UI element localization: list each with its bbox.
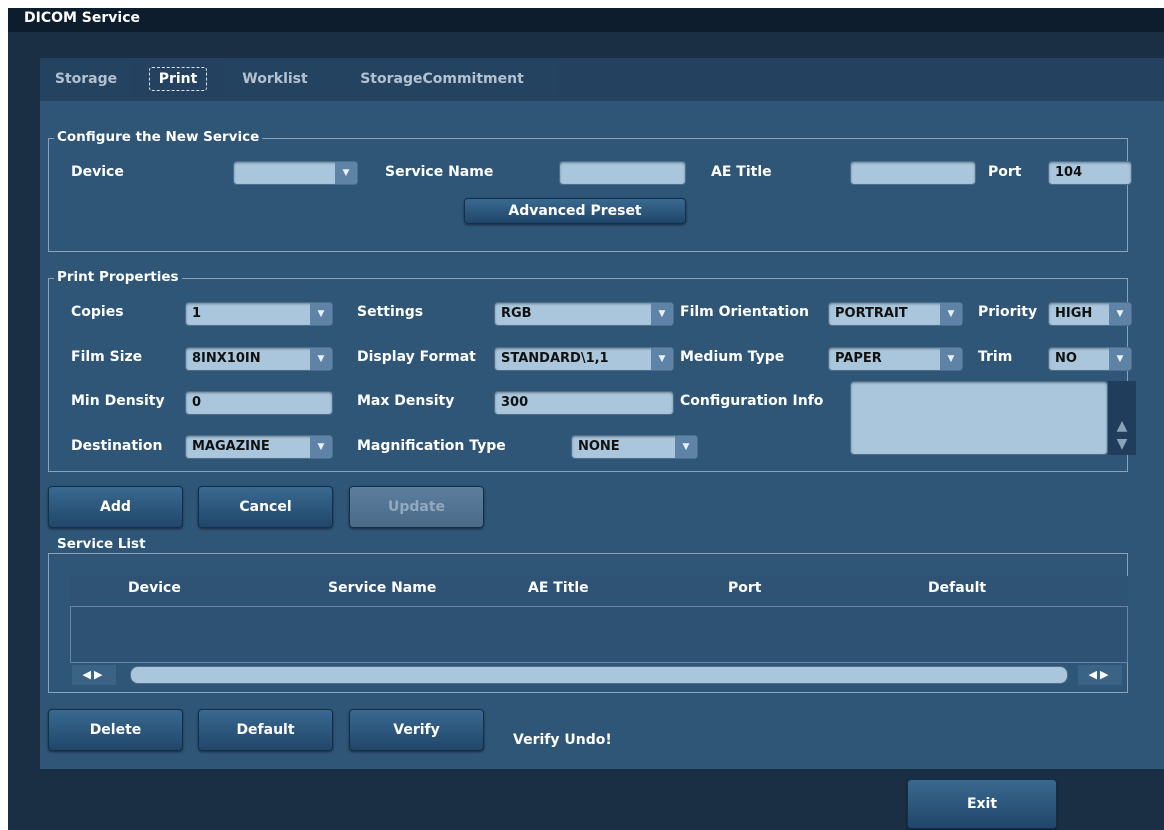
arrow-left-right-icon[interactable]: ◀▶ (1078, 665, 1122, 685)
display-format-select[interactable]: STANDARD\1,1 ▼ (494, 347, 674, 371)
port-label: Port (988, 164, 1022, 180)
min-density-label: Min Density (71, 393, 165, 409)
film-size-select-value: 8INX10IN (192, 351, 261, 366)
priority-select[interactable]: HIGH ▼ (1048, 302, 1132, 326)
display-format-label: Display Format (357, 349, 476, 365)
service-list-header: Device Service Name AE Title Port Defaul… (70, 576, 1128, 606)
device-label: Device (71, 164, 124, 180)
copies-label: Copies (71, 304, 124, 320)
arrow-left-right-icon[interactable]: ◀▶ (72, 665, 116, 685)
configure-service-legend: Configure the New Service (54, 128, 263, 146)
exit-button[interactable]: Exit (907, 779, 1057, 829)
copies-select[interactable]: 1 ▼ (185, 302, 333, 326)
max-density-field[interactable]: 300 (494, 391, 674, 415)
trim-select-value: NO (1055, 351, 1077, 366)
priority-select-value: HIGH (1055, 306, 1093, 321)
chevron-down-icon: ▼ (651, 303, 673, 325)
film-orientation-select[interactable]: PORTRAIT ▼ (828, 302, 963, 326)
update-button[interactable]: Update (349, 486, 484, 528)
configuration-info-textarea[interactable] (850, 381, 1108, 455)
film-size-label: Film Size (71, 349, 143, 365)
settings-select[interactable]: RGB ▼ (494, 302, 674, 326)
service-list-legend: Service List (54, 535, 149, 553)
chevron-down-icon: ▼ (940, 348, 962, 370)
film-size-select[interactable]: 8INX10IN ▼ (185, 347, 333, 371)
port-field[interactable]: 104 (1048, 161, 1132, 185)
magnification-type-select[interactable]: NONE ▼ (571, 435, 698, 459)
destination-select[interactable]: MAGAZINE ▼ (185, 435, 333, 459)
dicom-service-window: DICOM Service Storage Print Worklist Sto… (8, 8, 1164, 830)
chevron-down-icon: ▼ (1109, 303, 1131, 325)
title-bar: DICOM Service (8, 8, 1164, 32)
medium-type-select-value: PAPER (835, 351, 882, 366)
arrow-down-icon[interactable]: ▼ (1108, 433, 1136, 455)
trim-select[interactable]: NO ▼ (1048, 347, 1132, 371)
min-density-field[interactable]: 0 (185, 391, 333, 415)
destination-label: Destination (71, 438, 163, 454)
medium-type-select[interactable]: PAPER ▼ (828, 347, 963, 371)
destination-select-value: MAGAZINE (192, 439, 270, 454)
film-orientation-label: Film Orientation (680, 304, 809, 320)
advanced-preset-button[interactable]: Advanced Preset (464, 198, 686, 224)
delete-button[interactable]: Delete (48, 709, 183, 751)
chevron-down-icon: ▼ (1109, 348, 1131, 370)
medium-type-label: Medium Type (680, 349, 785, 365)
column-header-default[interactable]: Default (928, 576, 986, 606)
settings-label: Settings (357, 304, 424, 320)
service-name-label: Service Name (385, 164, 494, 180)
magnification-type-select-value: NONE (578, 439, 620, 454)
chevron-down-icon: ▼ (310, 436, 332, 458)
chevron-down-icon: ▼ (310, 348, 332, 370)
service-name-field[interactable] (559, 161, 686, 185)
chevron-down-icon: ▼ (675, 436, 697, 458)
priority-label: Priority (978, 304, 1038, 320)
column-header-port[interactable]: Port (728, 576, 761, 606)
settings-select-value: RGB (501, 306, 532, 321)
chevron-down-icon: ▼ (310, 303, 332, 325)
device-select[interactable]: ▼ (233, 161, 358, 185)
default-button[interactable]: Default (198, 709, 333, 751)
trim-label: Trim (978, 349, 1013, 365)
tab-worklist[interactable]: Worklist (224, 62, 326, 96)
tab-print-label: Print (148, 67, 208, 91)
service-list-body[interactable] (70, 606, 1128, 663)
tab-storage-commitment[interactable]: StorageCommitment (326, 62, 558, 96)
copies-select-value: 1 (192, 306, 202, 321)
verify-status-text: Verify Undo! (513, 732, 612, 748)
column-header-ae-title[interactable]: AE Title (528, 576, 589, 606)
add-button[interactable]: Add (48, 486, 183, 528)
ae-title-label: AE Title (711, 164, 772, 180)
column-header-service-name[interactable]: Service Name (328, 576, 436, 606)
max-density-label: Max Density (357, 393, 455, 409)
tab-print[interactable]: Print (132, 62, 224, 96)
ae-title-field[interactable] (850, 161, 976, 185)
column-header-device[interactable]: Device (128, 576, 181, 606)
magnification-type-label: Magnification Type (357, 438, 506, 454)
chevron-down-icon: ▼ (940, 303, 962, 325)
chevron-down-icon: ▼ (335, 162, 357, 184)
scrollbar-track[interactable] (130, 666, 1068, 684)
configure-service-group (48, 138, 1128, 252)
service-list-hscrollbar[interactable]: ◀▶ ◀▶ (70, 663, 1128, 687)
print-properties-legend: Print Properties (54, 268, 182, 286)
chevron-down-icon: ▼ (651, 348, 673, 370)
cancel-button[interactable]: Cancel (198, 486, 333, 528)
film-orientation-select-value: PORTRAIT (835, 306, 908, 321)
window-title: DICOM Service (24, 10, 141, 26)
configuration-info-scrollbar[interactable]: ▲ ▼ (1108, 381, 1136, 455)
display-format-select-value: STANDARD\1,1 (501, 351, 609, 366)
tab-storage[interactable]: Storage (40, 62, 132, 96)
configuration-info-label: Configuration Info (680, 393, 824, 409)
verify-button[interactable]: Verify (349, 709, 484, 751)
